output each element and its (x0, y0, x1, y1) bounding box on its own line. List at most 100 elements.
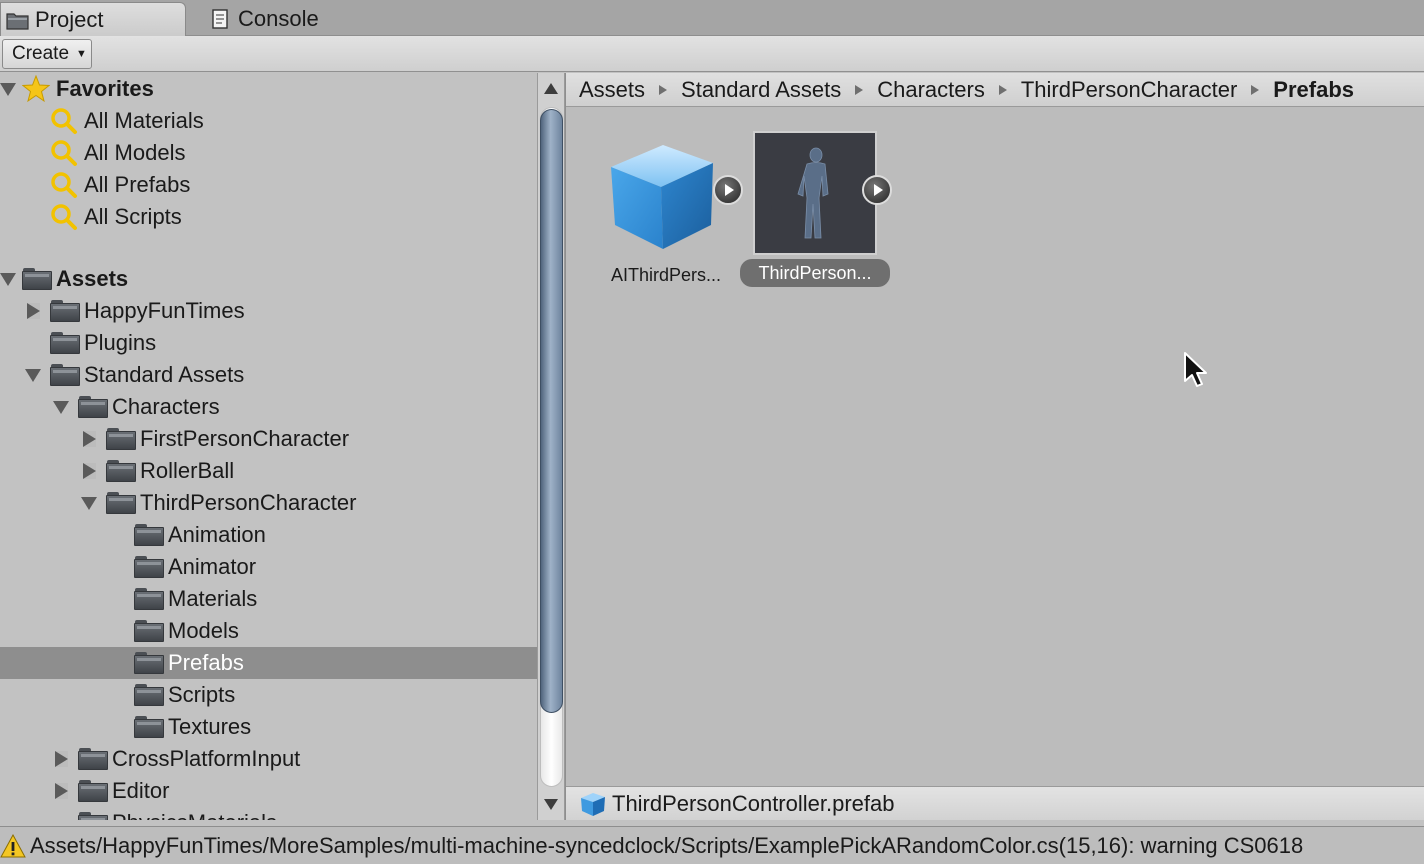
tree-item-label: Materials (168, 586, 258, 611)
tree-item-label: Characters (112, 394, 220, 419)
tree-item-animator[interactable]: Animator (0, 551, 537, 583)
tree-item-crossplatforminput[interactable]: CrossPlatformInput (0, 743, 537, 775)
tree-item-assets[interactable]: Assets (0, 263, 537, 295)
breadcrumb-thirdpersoncharacter[interactable]: ThirdPersonCharacter (1021, 77, 1237, 103)
folder-icon (78, 812, 108, 820)
folder-icon (134, 588, 164, 610)
breadcrumb-separator-icon (855, 84, 864, 95)
tree-item-label: Prefabs (168, 650, 244, 675)
tree-item-materials[interactable]: Materials (0, 583, 537, 615)
tree-item-thirdpersoncharacter[interactable]: ThirdPersonCharacter (0, 487, 537, 519)
tree-item-label: Animator (168, 554, 257, 579)
breadcrumb-standard-assets[interactable]: Standard Assets (681, 77, 841, 103)
tree-item-plugins[interactable]: Plugins (0, 327, 537, 359)
folder-icon (106, 460, 136, 482)
folder-icon (134, 652, 164, 674)
asset-name: AIThirdPers... (610, 265, 722, 285)
breadcrumb-prefabs[interactable]: Prefabs (1273, 77, 1354, 103)
scroll-down-arrow-icon[interactable] (544, 799, 558, 810)
tree-item-happyfuntimes[interactable]: HappyFunTimes (0, 295, 537, 327)
tree-item-label: PhysicsMaterials (112, 810, 277, 820)
tab-project-label: Project (35, 6, 104, 32)
expand-arrow-icon[interactable] (81, 497, 97, 510)
favorite-all-scripts[interactable]: All Scripts (0, 201, 537, 233)
tree-item-standard-assets[interactable]: Standard Assets (0, 359, 537, 391)
tree-item-label: Textures (168, 714, 252, 739)
tree-item-textures[interactable]: Textures (0, 711, 537, 743)
create-button[interactable]: Create ▼ (2, 39, 92, 69)
search-icon (51, 172, 77, 198)
tree-item-label: Assets (56, 266, 129, 291)
tree-item-models[interactable]: Models (0, 615, 537, 647)
tree-scrollbar[interactable] (537, 73, 565, 820)
favorite-label: All Scripts (84, 204, 182, 229)
expand-arrow-icon[interactable] (0, 273, 16, 286)
folder-icon (134, 524, 164, 546)
console-icon (208, 8, 234, 30)
breadcrumb-characters[interactable]: Characters (877, 77, 985, 103)
tree-item-physicsmaterials[interactable]: PhysicsMaterials (0, 807, 537, 820)
scroll-thumb[interactable] (540, 109, 563, 713)
breadcrumb: Assets Standard Assets Characters ThirdP… (566, 73, 1424, 107)
folder-icon (50, 300, 80, 322)
folder-icon (134, 620, 164, 642)
breadcrumb-separator-icon (1251, 84, 1260, 95)
prefab-cube-icon (611, 145, 713, 249)
search-icon (51, 108, 77, 134)
folder-icon (78, 396, 108, 418)
expand-arrow-icon[interactable] (27, 303, 40, 319)
expand-play-icon[interactable] (862, 175, 892, 205)
tree-item-favorites[interactable]: Favorites (0, 73, 537, 105)
expand-arrow-icon[interactable] (55, 751, 68, 767)
folder-icon (134, 556, 164, 578)
tree-item-editor[interactable]: Editor (0, 775, 537, 807)
tree-item-prefabs[interactable]: Prefabs (0, 647, 537, 679)
tab-project[interactable]: Project (0, 2, 186, 36)
expand-arrow-icon[interactable] (83, 463, 96, 479)
warning-icon (0, 833, 26, 857)
tree-item-scripts[interactable]: Scripts (0, 679, 537, 711)
expand-play-icon[interactable] (713, 175, 743, 205)
favorite-all-models[interactable]: All Models (0, 137, 537, 169)
console-status-bar[interactable]: Assets/HappyFunTimes/MoreSamples/multi-m… (0, 826, 1424, 864)
tree-item-label: FirstPersonCharacter (140, 426, 350, 451)
folder-icon (106, 428, 136, 450)
tree-item-firstpersoncharacter[interactable]: FirstPersonCharacter (0, 423, 537, 455)
tree-item-characters[interactable]: Characters (0, 391, 537, 423)
folder-icon (5, 9, 31, 31)
tree-item-label: Plugins (84, 330, 157, 355)
favorite-all-materials[interactable]: All Materials (0, 105, 537, 137)
expand-arrow-icon[interactable] (55, 783, 68, 799)
create-label: Create (12, 43, 70, 64)
tree-item-rollerball[interactable]: RollerBall (0, 455, 537, 487)
asset-tile-aithirdperson[interactable]: AIThirdPers... (591, 131, 743, 285)
folder-icon (78, 748, 108, 770)
tree-item-label: HappyFunTimes (84, 298, 245, 323)
tree-item-label: Animation (168, 522, 266, 547)
tree-item-label: CrossPlatformInput (112, 746, 301, 771)
expand-arrow-icon[interactable] (25, 369, 41, 382)
expand-arrow-icon[interactable] (0, 83, 16, 96)
project-toolbar: Create ▼ (0, 36, 1424, 72)
asset-tile-thirdperson[interactable]: ThirdPerson... (740, 131, 892, 351)
project-tree: Favorites All Materials All Models All P… (0, 73, 537, 820)
asset-name: ThirdPerson... (740, 259, 890, 287)
scroll-up-arrow-icon[interactable] (544, 83, 558, 94)
expand-arrow-icon[interactable] (53, 401, 69, 414)
console-message: Assets/HappyFunTimes/MoreSamples/multi-m… (30, 832, 1304, 858)
tree-item-animation[interactable]: Animation (0, 519, 537, 551)
breadcrumb-assets[interactable]: Assets (579, 77, 645, 103)
prefab-cube-icon (581, 792, 605, 816)
breadcrumb-separator-icon (659, 84, 668, 95)
tab-bar: Project Console (0, 0, 1424, 36)
asset-browser: Assets Standard Assets Characters ThirdP… (565, 73, 1424, 820)
folder-icon (134, 684, 164, 706)
star-icon (22, 75, 50, 103)
favorite-all-prefabs[interactable]: All Prefabs (0, 169, 537, 201)
tab-console[interactable]: Console (200, 2, 360, 36)
search-icon (51, 140, 77, 166)
selected-asset-bar: ThirdPersonController.prefab (566, 786, 1424, 820)
tree-item-label: Editor (112, 778, 170, 803)
tree-item-label: RollerBall (140, 458, 235, 483)
expand-arrow-icon[interactable] (83, 431, 96, 447)
